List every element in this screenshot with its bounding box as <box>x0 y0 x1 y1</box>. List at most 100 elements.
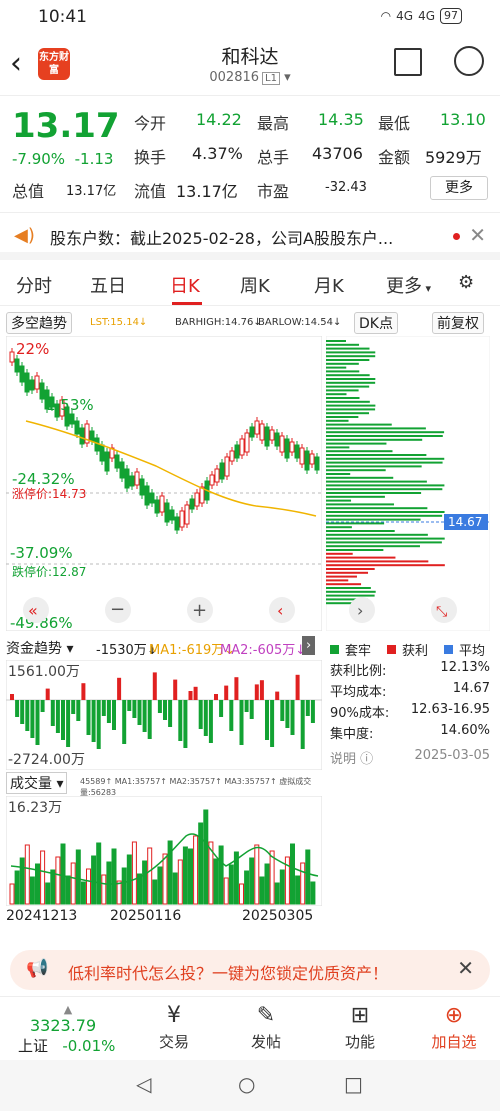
post-button[interactable]: ✎ 发帖 <box>226 1003 306 1052</box>
stat-row: 平均成本: 14.67 <box>330 681 490 702</box>
fund-bar <box>20 700 25 724</box>
fund-bar <box>234 677 239 700</box>
zoom-out-icon[interactable]: − <box>110 599 125 620</box>
caret-up-icon: ▲ <box>63 1003 73 1016</box>
functions-button[interactable]: ⊞ 功能 <box>320 1003 400 1052</box>
notice-text[interactable]: 股东户数：截止2025-02-28，公司A股股东户... <box>50 225 440 249</box>
tab-five-day[interactable]: 五日 <box>90 272 126 298</box>
fund-bar <box>300 700 305 749</box>
chip-bar <box>326 514 443 517</box>
stat-value: 14.60% <box>440 723 490 738</box>
volume-bar <box>96 842 102 905</box>
volume-bar <box>198 822 204 905</box>
avg-cost-text: 14.67 <box>448 515 482 529</box>
volume-bar <box>249 857 255 905</box>
close-icon[interactable]: ✕ <box>469 223 486 247</box>
fund-bar <box>203 700 208 736</box>
tab-daily-k[interactable]: 日K <box>170 272 200 298</box>
volume-top-label: 16.23万 <box>8 800 62 816</box>
candle-body <box>39 382 45 400</box>
candle-body <box>149 492 155 504</box>
promo-banner[interactable]: 📢 低利率时代怎么投？一键为您锁定优质资产！ ✕ <box>10 950 490 990</box>
add-watchlist-button[interactable]: ⊕ 加自选 <box>414 1003 494 1052</box>
float-value: 13.17亿 <box>176 182 238 201</box>
tab-monthly-k[interactable]: 月K <box>314 272 344 298</box>
volume-indicator-select[interactable]: 成交量 ▾ <box>6 772 68 794</box>
low-label: 最低 <box>378 114 411 133</box>
fullscreen-icon[interactable]: ⤡ <box>436 604 447 620</box>
chip-bar <box>326 442 387 445</box>
lst-value: LST:15.14↓ <box>90 317 148 328</box>
tab-weekly-k[interactable]: 周K <box>240 272 270 298</box>
indicator-select[interactable]: 多空趋势 <box>6 312 72 334</box>
candle-body <box>74 420 80 435</box>
volume-bar <box>244 870 250 905</box>
chip-legend: 套牢 获利 平均 <box>330 638 490 660</box>
barhigh-value: BARHIGH:14.76↓ <box>175 317 262 328</box>
fund-bar <box>295 674 300 700</box>
scroll-right-icon[interactable]: › <box>357 601 363 620</box>
expand-arrow-icon[interactable]: › <box>302 636 316 655</box>
nav-home-icon[interactable]: ○ <box>238 1072 255 1096</box>
settings-gear-icon[interactable]: ⚙ <box>458 272 474 293</box>
chip-bar <box>326 537 445 540</box>
index-name: 上证 <box>18 1037 49 1055</box>
candle-body <box>264 426 270 447</box>
fund-bar <box>61 700 65 740</box>
limit-down-label: 跌停价:12.87 <box>12 564 86 579</box>
chip-bar <box>326 495 385 498</box>
notice-bar[interactable]: ◀) 股东户数：截止2025-02-28，公司A股股东户... ✕ <box>0 212 500 260</box>
low-value: 13.10 <box>440 110 486 129</box>
fund-bar <box>30 700 35 738</box>
pct-label: -37.09% <box>10 544 73 562</box>
close-icon[interactable]: ✕ <box>457 956 474 980</box>
search-icon[interactable] <box>454 46 484 76</box>
fund-indicator-select[interactable]: 资金趋势 ▾ <box>6 638 73 658</box>
volume-header: 成交量 ▾ 45589↑ MA1:35757↑ MA2:35757↑ MA3:3… <box>6 772 326 797</box>
chip-bar <box>326 454 427 456</box>
chip-bar <box>326 347 370 350</box>
fund-bar <box>310 700 315 723</box>
volume-bar <box>101 874 107 905</box>
chip-bar <box>326 499 352 502</box>
fund-bar <box>305 700 310 716</box>
chip-bar <box>326 533 428 536</box>
legend-swatch <box>444 644 454 654</box>
candle-body <box>99 444 105 462</box>
candle-body <box>144 485 150 506</box>
kline-chart[interactable]: 22% 1.53% -24.32% -37.09% -49.86% 涨停价:14… <box>6 336 322 631</box>
fund-bar <box>76 700 81 721</box>
stock-code[interactable]: 002816 L1 ▾ <box>0 70 500 85</box>
date-label: 20241213 <box>6 908 78 924</box>
fund-bar <box>86 700 91 735</box>
volume-bar <box>259 876 265 905</box>
scroll-left-icon[interactable]: ‹ <box>277 601 283 620</box>
candle-body <box>314 456 320 471</box>
candle-body <box>159 495 165 513</box>
promo-text[interactable]: 低利率时代怎么投？一键为您锁定优质资产！ <box>68 960 388 984</box>
share-icon[interactable] <box>394 48 422 76</box>
candle-body <box>259 423 265 441</box>
tab-intraday[interactable]: 分时 <box>16 272 52 298</box>
chip-distribution[interactable]: 14.67 › ⤡ <box>326 336 490 631</box>
chip-bar <box>326 362 359 365</box>
fund-bar <box>290 700 295 735</box>
legend-trapped: 套牢 <box>345 643 372 659</box>
volume-bar <box>19 857 25 905</box>
chip-bar <box>326 556 396 559</box>
dk-point-button[interactable]: DK点 <box>354 312 398 334</box>
chip-bar <box>326 461 443 464</box>
nav-recents-icon[interactable]: □ <box>344 1072 363 1096</box>
scroll-left-far-icon[interactable]: « <box>28 601 38 620</box>
fund-trend-chart: 1561.00万 -2724.00万 <box>6 660 322 770</box>
tab-more[interactable]: 更多 ▾ <box>386 272 431 298</box>
chip-bar <box>326 530 395 532</box>
help-link[interactable]: 说明 ⓘ <box>330 748 373 769</box>
more-button[interactable]: 更多 <box>430 176 488 200</box>
adjust-button[interactable]: 前复权 <box>432 312 484 334</box>
nav-back-icon[interactable]: ◁ <box>136 1072 151 1096</box>
fund-bar <box>270 700 275 747</box>
trade-button[interactable]: ¥ 交易 <box>134 1003 214 1052</box>
zoom-in-icon[interactable]: + <box>192 600 207 621</box>
index-widget[interactable]: ▲ 3323.79 上证 -0.01% <box>18 1003 118 1056</box>
